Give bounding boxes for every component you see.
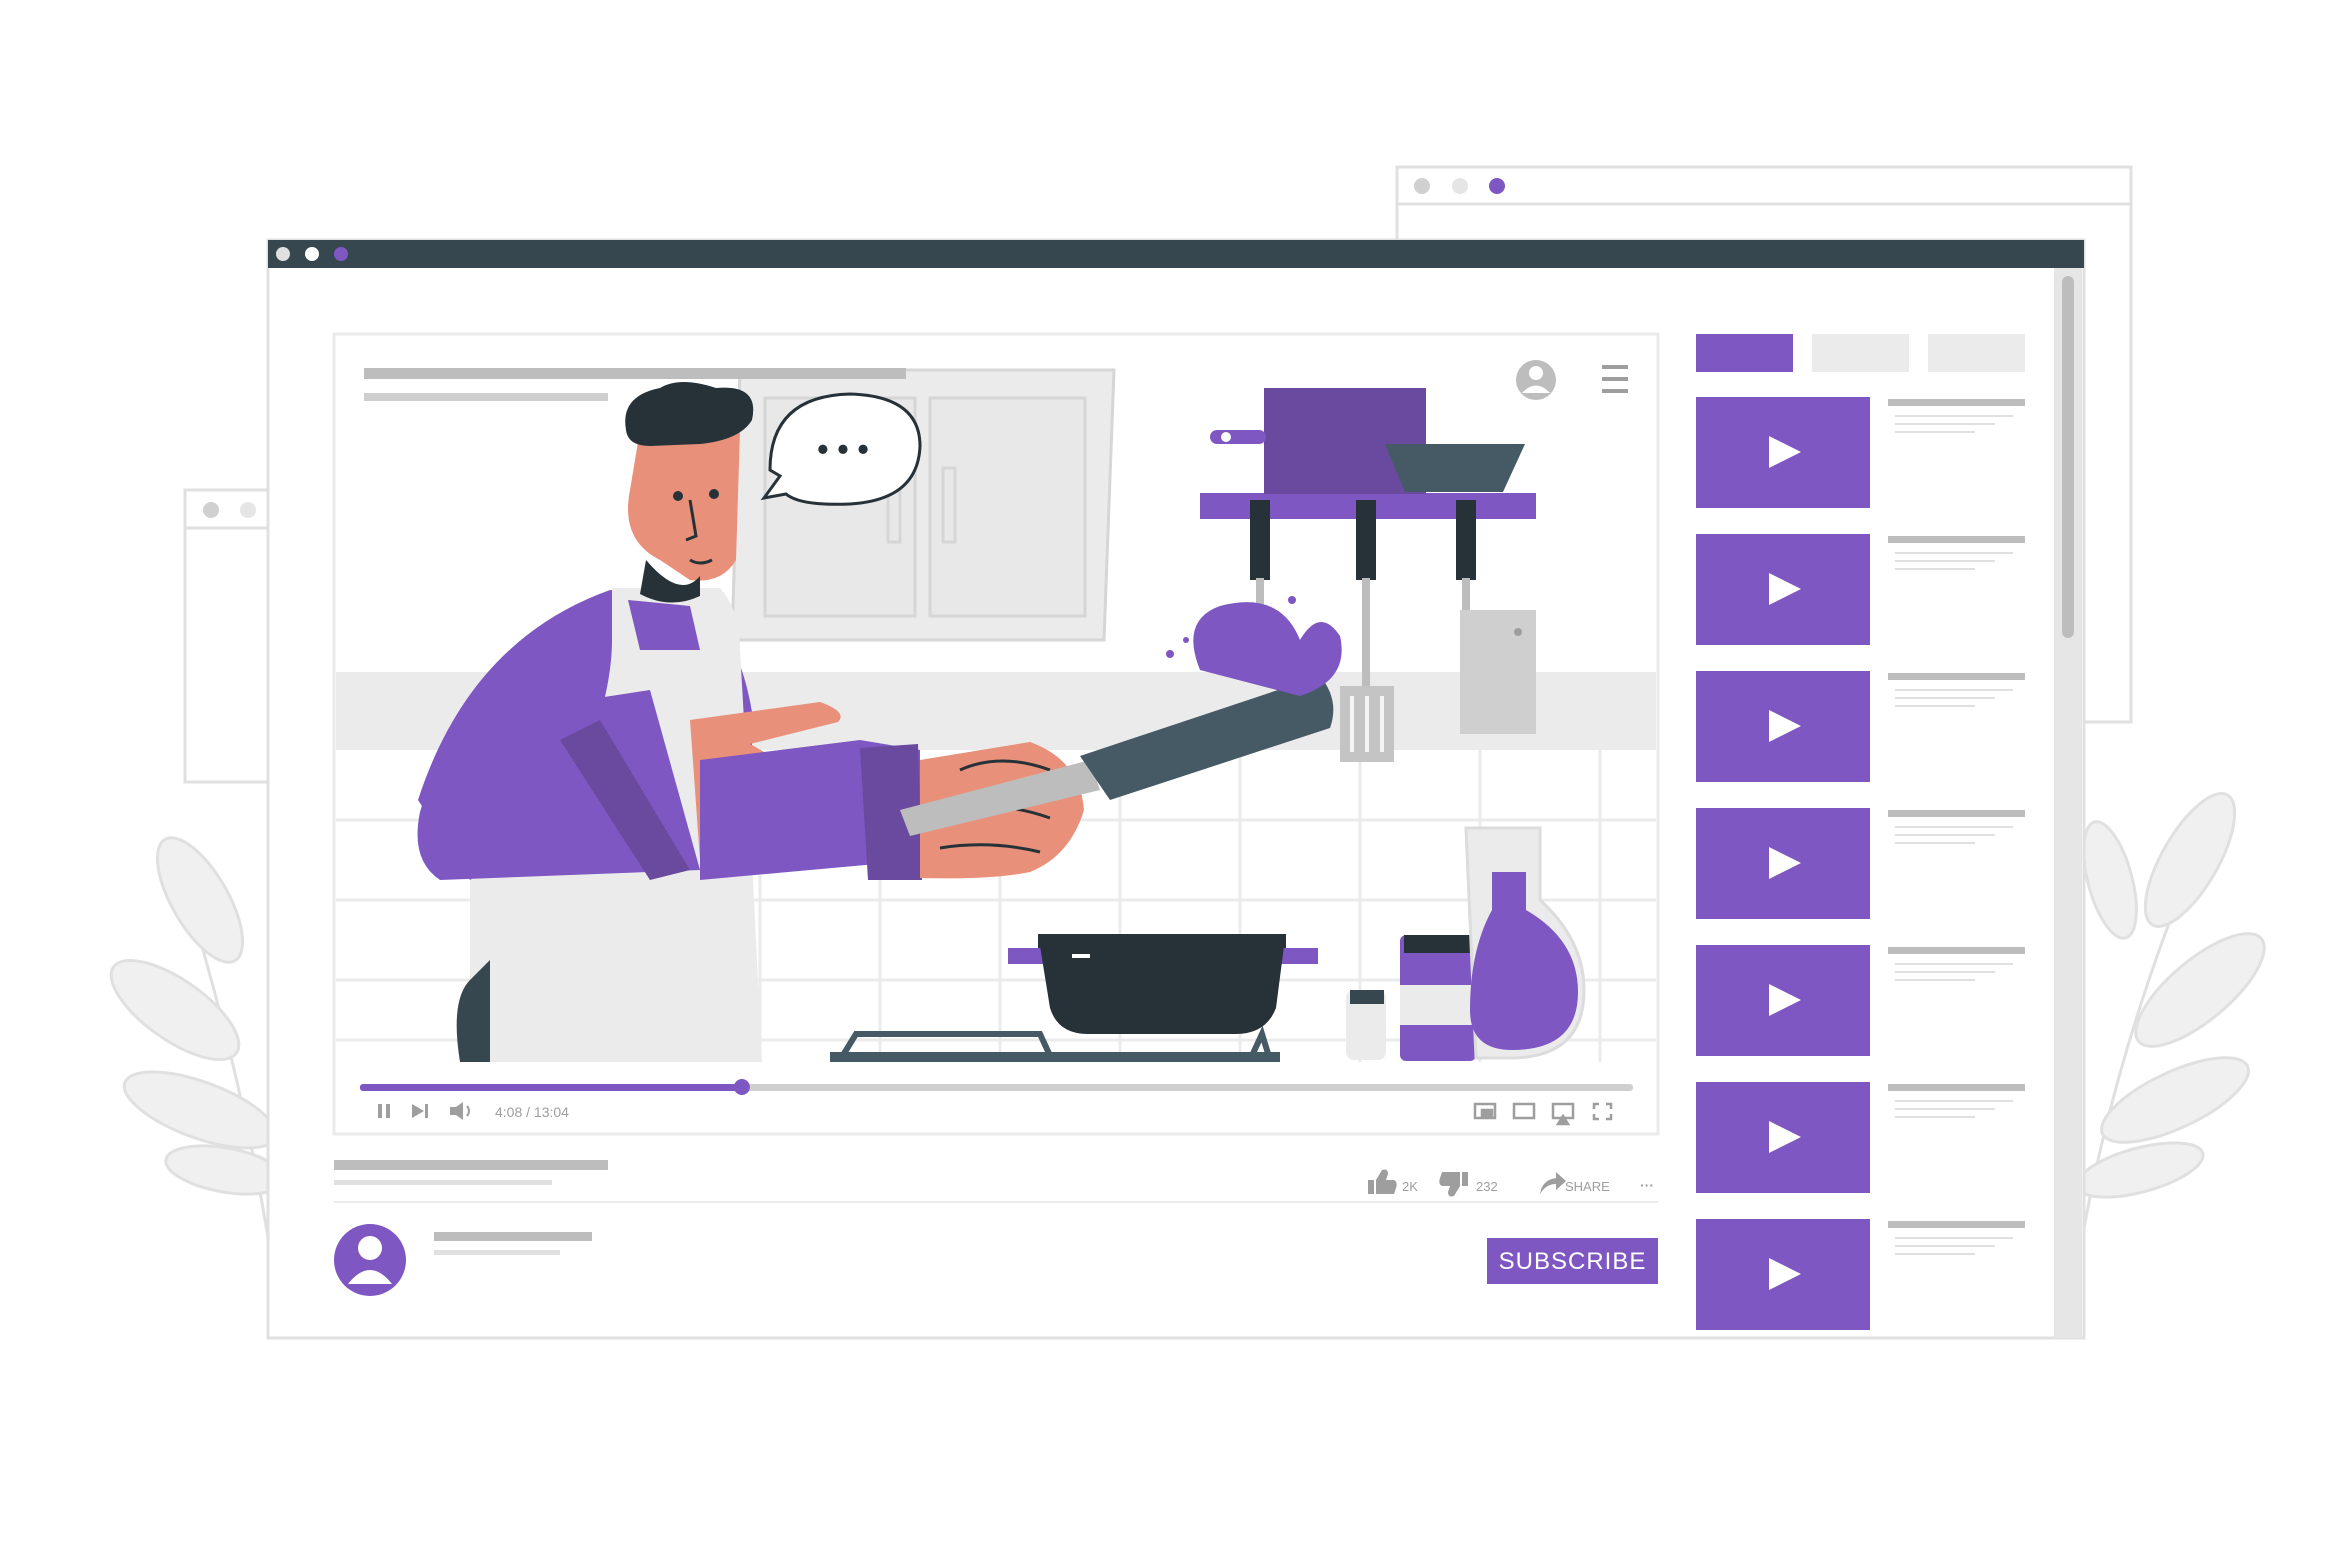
leaves-right-decoration [2075, 792, 2266, 1251]
video-meta-placeholder [1895, 979, 1975, 981]
video-meta-placeholder [1895, 1100, 2013, 1102]
speech-bubble-text: • • • [817, 431, 868, 467]
subscribe-label: SUBSCRIBE [1499, 1248, 1647, 1275]
subscribe-button[interactable]: SUBSCRIBE [1487, 1238, 1658, 1284]
video-title-placeholder [1888, 1084, 2025, 1091]
channel-avatar[interactable] [334, 1224, 406, 1296]
video-meta-placeholder [1895, 705, 1975, 707]
player-avatar-icon[interactable] [1516, 360, 1556, 400]
progress-scrubber[interactable] [733, 1079, 750, 1095]
kitchen-cabinets [730, 368, 1116, 642]
window-title-bar [268, 240, 2084, 268]
window-close-dot [276, 247, 290, 261]
like-count: 2K [1402, 1179, 1418, 1194]
video-title-placeholder [1888, 947, 2025, 954]
video-meta-placeholder [1895, 834, 1995, 836]
video-meta-placeholder [1895, 568, 1975, 570]
video-meta-placeholder [1895, 1253, 1975, 1255]
video-meta-placeholder [1895, 423, 1995, 425]
video-title-placeholder [1888, 399, 2025, 406]
dislike-count: 232 [1476, 1179, 1498, 1194]
video-meta-placeholder [1895, 826, 2013, 828]
video-meta-placeholder [1895, 560, 1995, 562]
sidebar-tabs [1696, 334, 2025, 372]
video-meta-placeholder [1895, 1116, 1975, 1118]
page-scrollbar[interactable] [2054, 268, 2082, 1338]
more-actions-button[interactable]: ··· [1640, 1177, 1654, 1193]
window-maximize-dot [334, 247, 348, 261]
share-label: SHARE [1565, 1179, 1610, 1194]
video-title-placeholder [334, 1160, 608, 1170]
video-meta-placeholder [1895, 1245, 1995, 1247]
video-meta-placeholder [1895, 415, 2013, 417]
video-meta-placeholder [1895, 552, 2013, 554]
leaves-left-decoration [109, 836, 286, 1251]
sidebar-tab-3[interactable] [1928, 334, 2025, 372]
subscriber-count-placeholder [434, 1250, 560, 1255]
channel-name-placeholder [434, 1232, 592, 1241]
video-site-illustration: • • • 4:08 / 13:04 2K 232 SHARE ··· SUBS… [109, 165, 2266, 1340]
video-meta-placeholder [1895, 1237, 2013, 1239]
video-title-placeholder [1888, 673, 2025, 680]
video-player[interactable]: • • • 4:08 / 13:04 [332, 332, 1660, 1136]
video-meta-placeholder [1895, 1108, 1995, 1110]
video-title-placeholder [1888, 1221, 2025, 1228]
video-meta-placeholder [1895, 963, 2013, 965]
video-meta-placeholder [1895, 697, 1995, 699]
progress-fill [360, 1084, 742, 1091]
video-meta-placeholder [1895, 431, 1975, 433]
video-title-placeholder [1888, 536, 2025, 543]
video-title-placeholder [1888, 810, 2025, 817]
video-meta-placeholder [1895, 689, 2013, 691]
scrollbar-thumb [2062, 276, 2074, 638]
video-meta-placeholder [1895, 842, 1975, 844]
video-meta-placeholder [1895, 971, 1995, 973]
sidebar-tab-2[interactable] [1812, 334, 1909, 372]
time-display: 4:08 / 13:04 [495, 1104, 569, 1120]
window-minimize-dot [305, 247, 319, 261]
illustration-stage: • • • 4:08 / 13:04 2K 232 SHARE ··· SUBS… [0, 0, 2344, 1563]
sidebar-tab-1[interactable] [1696, 334, 1793, 372]
video-meta-placeholder [334, 1180, 552, 1185]
